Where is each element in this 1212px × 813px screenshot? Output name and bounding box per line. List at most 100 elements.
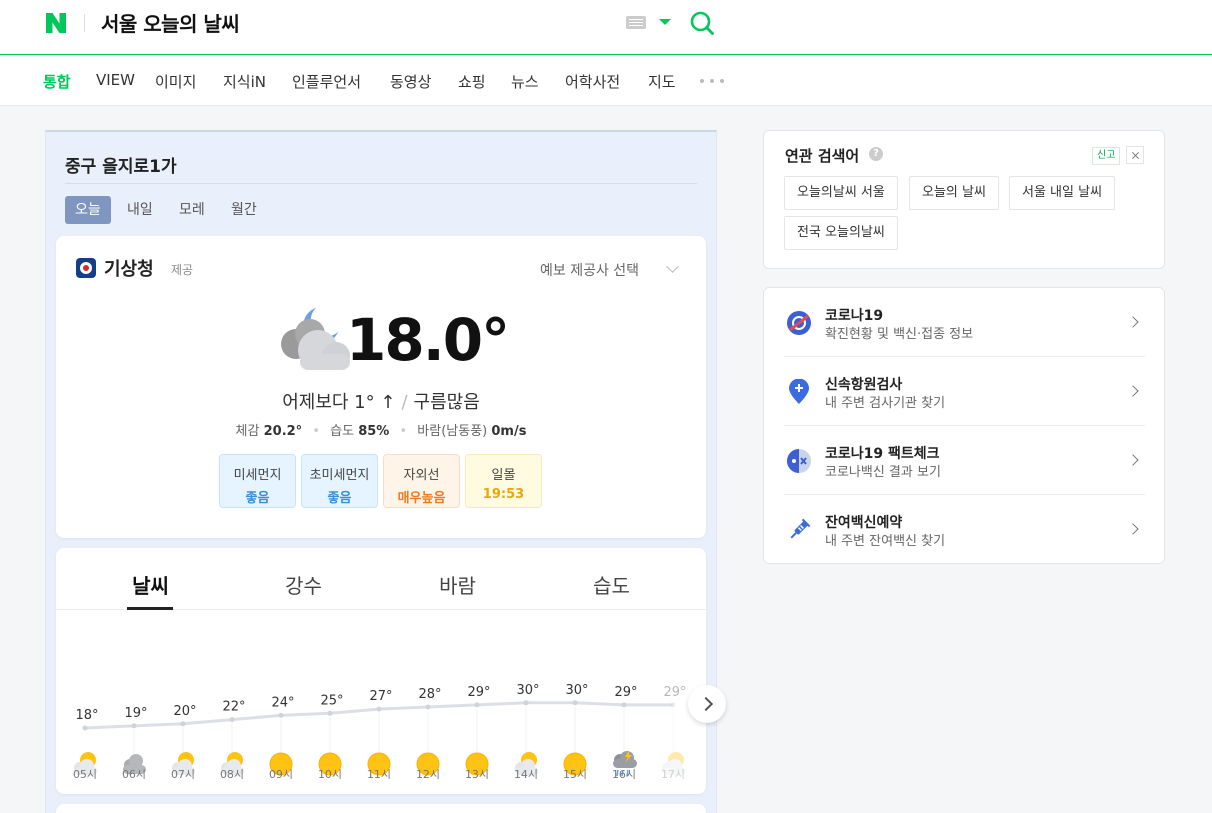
day-tab-monthly[interactable]: 월간 xyxy=(221,196,267,224)
tab-dictionary[interactable]: 어학사전 xyxy=(565,71,620,92)
humidity-value: 85% xyxy=(358,424,390,439)
hourly-item[interactable]: 29° 17시 xyxy=(661,685,687,781)
temperature-label: 27° xyxy=(369,689,392,704)
temperature-point xyxy=(621,702,627,708)
keyboard-icon[interactable] xyxy=(626,16,646,29)
location-title[interactable]: 중구 을지로1가 xyxy=(65,152,177,177)
tab-images[interactable]: 이미지 xyxy=(155,71,196,92)
hour-label: 07시 xyxy=(171,768,195,781)
chart-tab-wind[interactable]: 바람 xyxy=(381,570,534,599)
temperature-point xyxy=(131,723,137,729)
tab-influencer[interactable]: 인플루언서 xyxy=(292,71,361,92)
hour-label: 12시 xyxy=(416,768,440,781)
search-query-text[interactable]: 서울 오늘의 날씨 xyxy=(101,8,240,37)
chart-tab-weather[interactable]: 날씨 xyxy=(74,570,227,599)
provider-name: 기상청 xyxy=(104,259,154,280)
chart-tab-precipitation[interactable]: 강수 xyxy=(227,570,380,599)
hour-label: 17시 xyxy=(661,768,685,781)
location-pin-icon xyxy=(786,378,812,405)
hourly-item[interactable]: 25° 10시 xyxy=(318,693,344,781)
temperature-point xyxy=(474,702,480,708)
report-button[interactable]: 신고 xyxy=(1092,147,1121,165)
compare-yesterday: 어제보다 1° ↑ xyxy=(282,392,396,413)
hourly-item[interactable]: 27° 11시 xyxy=(367,689,393,781)
sunset-badge[interactable]: 일몰 19:53 xyxy=(465,454,542,508)
chevron-right-icon xyxy=(1127,316,1139,328)
temperature-label: 22° xyxy=(222,700,245,715)
help-icon[interactable]: ? xyxy=(869,147,883,161)
day-tab-today[interactable]: 오늘 xyxy=(65,196,111,224)
temperature-label: 30° xyxy=(516,683,539,698)
next-hours-button[interactable] xyxy=(688,685,726,723)
related-keyword[interactable]: 오늘의날씨 서울 xyxy=(784,176,898,210)
uv-badge[interactable]: 자외선 매우높음 xyxy=(383,454,460,508)
ultrafine-dust-badge[interactable]: 초미세먼지 좋음 xyxy=(301,454,378,508)
provider-select[interactable]: 예보 제공사 선택 xyxy=(540,260,639,280)
hour-label: 08시 xyxy=(220,768,244,781)
search-icon[interactable] xyxy=(689,10,715,36)
fine-dust-badge[interactable]: 미세먼지 좋음 xyxy=(219,454,296,508)
chart-tab-humidity[interactable]: 습도 xyxy=(535,570,688,599)
condition-text: 구름많음 xyxy=(413,392,480,413)
hourly-item[interactable]: 24° 09시 xyxy=(269,695,295,781)
tab-shopping[interactable]: 쇼핑 xyxy=(458,71,486,92)
temperature-label: 29° xyxy=(663,685,686,700)
hourly-item[interactable]: 20° 07시 xyxy=(171,704,197,781)
hourly-item[interactable]: 30° 15시 xyxy=(563,683,589,781)
tab-news[interactable]: 뉴스 xyxy=(511,71,539,92)
hourly-item[interactable]: 29° 16시 xyxy=(612,685,638,781)
related-keyword[interactable]: 전국 오늘의날씨 xyxy=(784,216,898,250)
panel-divider xyxy=(65,183,697,184)
wind-value: 0m/s xyxy=(491,424,527,439)
related-keyword[interactable]: 서울 내일 날씨 xyxy=(1009,176,1116,210)
hour-label: 10시 xyxy=(318,768,342,781)
hourly-item[interactable]: 22° 08시 xyxy=(220,700,246,781)
hour-label: 05시 xyxy=(73,768,97,781)
tab-kin[interactable]: 지식iN xyxy=(223,71,266,92)
temperature-label: 18° xyxy=(75,708,98,723)
hourly-item[interactable]: 18° 05시 xyxy=(73,708,99,781)
dropdown-arrow-icon[interactable] xyxy=(659,19,671,25)
temperature-point xyxy=(278,712,284,718)
hour-label: 14시 xyxy=(514,768,538,781)
tab-all[interactable]: 통합 xyxy=(43,71,71,92)
wind-label: 바람(남동풍) xyxy=(417,424,488,439)
covid-item[interactable]: 잔여백신예약 내 주변 잔여백신 찾기 xyxy=(784,495,1145,564)
related-keyword[interactable]: 오늘의 날씨 xyxy=(909,176,999,210)
hourly-item[interactable]: 30° 14시 xyxy=(514,683,540,781)
day-tab-tomorrow[interactable]: 내일 xyxy=(117,196,163,224)
hour-label: 16시 xyxy=(612,768,636,781)
hour-label: 09시 xyxy=(269,768,293,781)
covid-info-box: 코로나19 확진현황 및 백신·접종 정보 신속항원검사 내 주변 검사기관 찾… xyxy=(763,287,1165,564)
chevron-down-icon[interactable] xyxy=(666,260,679,273)
hourly-item[interactable]: 28° 12시 xyxy=(416,687,442,781)
tab-map[interactable]: 지도 xyxy=(648,71,676,92)
temperature-point xyxy=(670,702,676,708)
hourly-item[interactable]: 29° 13시 xyxy=(465,685,491,781)
day-tab-day-after[interactable]: 모레 xyxy=(169,196,215,224)
temperature-label: 29° xyxy=(614,685,637,700)
covid-item[interactable]: 코로나19 팩트체크 코로나백신 결과 보기 xyxy=(784,426,1145,495)
temperature-point xyxy=(376,706,382,712)
covid-item[interactable]: 신속항원검사 내 주변 검사기관 찾기 xyxy=(784,357,1145,426)
temperature-point xyxy=(180,721,186,727)
more-tabs-icon[interactable] xyxy=(700,79,724,83)
temperature-point xyxy=(572,700,578,706)
hourly-item[interactable]: 19° 06시 xyxy=(122,706,148,781)
header-divider xyxy=(84,14,85,32)
tab-view[interactable]: VIEW xyxy=(96,71,135,89)
hourly-forecast-card: 날씨 강수 바람 습도 18° 05시 19° 06시 20° 07시 22° 08시 24° 0… xyxy=(56,548,706,794)
naver-logo-icon[interactable] xyxy=(44,11,68,35)
provider-sub: 제공 xyxy=(171,263,194,277)
close-icon[interactable] xyxy=(1126,146,1144,164)
tab-video[interactable]: 동영상 xyxy=(390,71,431,92)
feels-label: 체감 xyxy=(235,424,260,439)
chevron-right-icon xyxy=(1127,523,1139,535)
weather-panel: 중구 을지로1가 오늘 내일 모레 월간 기상청 제공 예보 제공사 선택 18… xyxy=(45,130,717,813)
covid-item[interactable]: 코로나19 확진현황 및 백신·접종 정보 xyxy=(784,288,1145,357)
temperature-label: 29° xyxy=(467,685,490,700)
current-temperature: 18.0° xyxy=(346,306,510,374)
hour-label: 13시 xyxy=(465,768,489,781)
hourly-temperature-chart[interactable]: 18° 05시 19° 06시 20° 07시 22° 08시 24° 09시 25° 10시 27° 1… xyxy=(56,610,706,794)
temperature-point xyxy=(523,700,529,706)
